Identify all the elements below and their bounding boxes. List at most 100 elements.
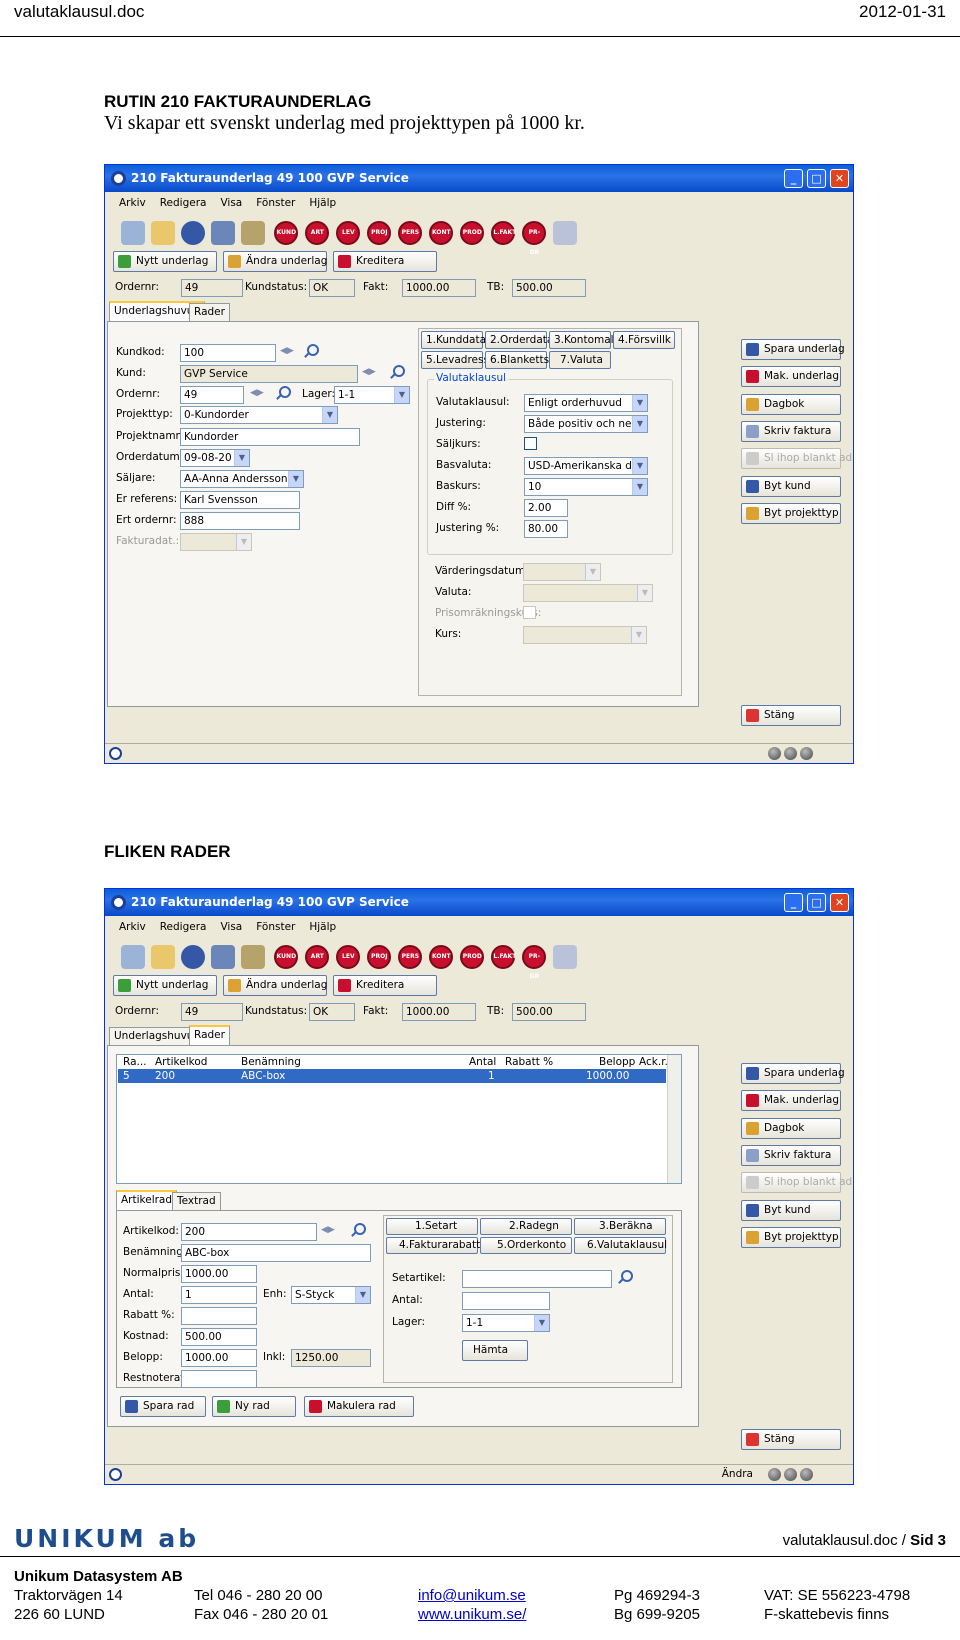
lev-register-icon[interactable]: LEV	[336, 221, 361, 245]
tools-icon[interactable]	[241, 945, 265, 969]
book-icon[interactable]	[553, 945, 578, 969]
kund-arrows-icon[interactable]: ◀▶	[362, 367, 376, 377]
rabatt-field[interactable]	[181, 1307, 257, 1325]
delete-row-button[interactable]: Makulera rad	[304, 1396, 414, 1417]
lfakt-register-icon[interactable]: L.FAKT	[491, 221, 516, 245]
justpct-field[interactable]: 80.00	[524, 520, 568, 538]
setartikel-search-icon[interactable]	[618, 1270, 633, 1284]
ordernr-search-icon[interactable]	[276, 386, 291, 400]
justering-select[interactable]: Både positiv och negati ▼	[524, 415, 648, 433]
col-belopp[interactable]: Belopp	[599, 1055, 635, 1070]
orderdatum-field[interactable]: 09-08-20 ▼	[180, 449, 250, 467]
diff-field[interactable]: 2.00	[524, 499, 568, 517]
save-invoice-button[interactable]: Spara underlag	[741, 339, 845, 360]
erref-field[interactable]: Karl Svensson	[180, 491, 300, 509]
setart-button[interactable]: 1.Setart	[386, 1218, 478, 1235]
change-projecttype-button[interactable]: Byt projekttyp	[741, 503, 841, 524]
document-icon[interactable]	[121, 945, 145, 969]
close-window-button[interactable]: ✕	[830, 893, 849, 912]
set-antal-field[interactable]	[462, 1292, 550, 1310]
tab-kontomall[interactable]: 3.Kontomall	[549, 331, 617, 349]
makulera-invoice-button[interactable]: Mak. underlag	[741, 1090, 841, 1111]
user-icon[interactable]	[181, 945, 205, 969]
orderkonto-button[interactable]: 5.Orderkonto	[480, 1237, 572, 1254]
menu-hjalp[interactable]: Hjälp	[309, 197, 336, 209]
change-invoice-button[interactable]: Ändra underlag	[223, 251, 327, 272]
projekttyp-select[interactable]: 0-Kundorder ▼	[180, 406, 338, 424]
restnoterat-field[interactable]	[181, 1370, 257, 1388]
new-row-button[interactable]: Ny rad	[212, 1396, 296, 1417]
menu-arkiv[interactable]: Arkiv	[119, 197, 146, 209]
pers-register-icon[interactable]: PERS	[398, 221, 423, 245]
email-link[interactable]: info@unikum.se	[418, 1587, 526, 1604]
col-artikelkod[interactable]: Artikelkod	[155, 1055, 207, 1070]
checklist-icon[interactable]	[151, 221, 175, 245]
saljkurs-checkbox[interactable]	[524, 437, 537, 450]
col-rad[interactable]: Ra...	[123, 1055, 147, 1070]
save-row-button[interactable]: Spara rad	[120, 1396, 206, 1417]
prgr-register-icon[interactable]: PR-GR	[522, 221, 547, 256]
saljare-select[interactable]: AA-Anna Andersson ▼	[180, 470, 304, 488]
menu-arkiv[interactable]: Arkiv	[119, 921, 146, 933]
change-customer-button[interactable]: Byt kund	[741, 476, 841, 497]
minimize-button[interactable]: _	[784, 893, 803, 912]
col-antal[interactable]: Antal	[469, 1055, 496, 1070]
col-benamning[interactable]: Benämning	[241, 1055, 301, 1070]
kund-search-icon[interactable]	[390, 365, 405, 379]
projektnamn-field[interactable]: Kundorder	[180, 428, 360, 446]
credit-button[interactable]: Kreditera	[333, 251, 437, 272]
lager-select[interactable]: 1-1 ▼	[334, 386, 410, 404]
credit-button[interactable]: Kreditera	[333, 975, 437, 996]
belopp-field[interactable]: 1000.00	[181, 1349, 257, 1367]
web-link[interactable]: www.unikum.se/	[418, 1606, 526, 1623]
normalpris-field[interactable]: 1000.00	[181, 1265, 257, 1283]
kostnad-field[interactable]: 500.00	[181, 1328, 257, 1346]
lev-register-icon[interactable]: LEV	[336, 945, 361, 969]
minimize-button[interactable]: _	[784, 169, 803, 188]
ordernr2-field[interactable]: 49	[180, 386, 244, 404]
art-register-icon[interactable]: ART	[305, 945, 330, 969]
maximize-button[interactable]: □	[807, 893, 826, 912]
tab-valuta[interactable]: 7.Valuta	[549, 351, 611, 369]
setartikel-field[interactable]	[462, 1270, 612, 1288]
art-register-icon[interactable]: ART	[305, 221, 330, 245]
tab-forsvillk[interactable]: 4.Försvillk	[613, 331, 675, 349]
document-icon[interactable]	[121, 221, 145, 245]
article-search-icon[interactable]	[351, 1223, 366, 1237]
checklist-icon[interactable]	[151, 945, 175, 969]
dagbok-button[interactable]: Dagbok	[741, 394, 841, 415]
kundkod-field[interactable]: 100	[180, 344, 276, 362]
print-invoice-button[interactable]: Skriv faktura	[741, 421, 841, 442]
antal-field[interactable]: 1	[181, 1286, 257, 1304]
radegn-button[interactable]: 2.Radegn	[480, 1218, 572, 1235]
maximize-button[interactable]: □	[807, 169, 826, 188]
tab-rader[interactable]: Rader	[189, 303, 230, 321]
tab-levadress[interactable]: 5.Levadress	[421, 351, 489, 369]
makulera-invoice-button[interactable]: Mak. underlag	[741, 366, 841, 387]
search-icon[interactable]	[304, 344, 319, 358]
artikelkod-field[interactable]: 200	[181, 1223, 317, 1241]
tab-rader[interactable]: Rader	[189, 1025, 230, 1045]
tools-icon[interactable]	[241, 221, 265, 245]
lfakt-register-icon[interactable]: L.FAKT	[491, 945, 516, 969]
article-arrows-icon[interactable]: ◀▶	[321, 1225, 335, 1235]
ordernr-arrows-icon[interactable]: ◀▶	[250, 388, 264, 398]
user-icon[interactable]	[181, 221, 205, 245]
window-titlebar[interactable]: 210 Fakturaunderlag 49 100 GVP Service	[105, 889, 853, 916]
books-icon[interactable]	[211, 221, 235, 245]
prgr-register-icon[interactable]: PR-GR	[522, 945, 547, 980]
enhet-select[interactable]: S-Styck ▼	[291, 1286, 371, 1304]
prod-register-icon[interactable]: PROD	[460, 221, 485, 245]
dagbok-button[interactable]: Dagbok	[741, 1118, 841, 1139]
table-row[interactable]: 5 200 ABC-box 1 1000.00	[118, 1069, 666, 1083]
vk-select[interactable]: Enligt orderhuvud ▼	[524, 394, 648, 412]
proj-register-icon[interactable]: PROJ	[367, 221, 392, 245]
pers-register-icon[interactable]: PERS	[398, 945, 423, 969]
valutaklausul-button[interactable]: 6.Valutaklausul	[574, 1237, 667, 1254]
close-button[interactable]: Stäng	[741, 1429, 841, 1450]
close-button[interactable]: Stäng	[741, 705, 841, 726]
hamta-button[interactable]: Hämta	[462, 1340, 528, 1361]
change-invoice-button[interactable]: Ändra underlag	[223, 975, 327, 996]
close-window-button[interactable]: ✕	[830, 169, 849, 188]
menu-hjalp[interactable]: Hjälp	[309, 921, 336, 933]
